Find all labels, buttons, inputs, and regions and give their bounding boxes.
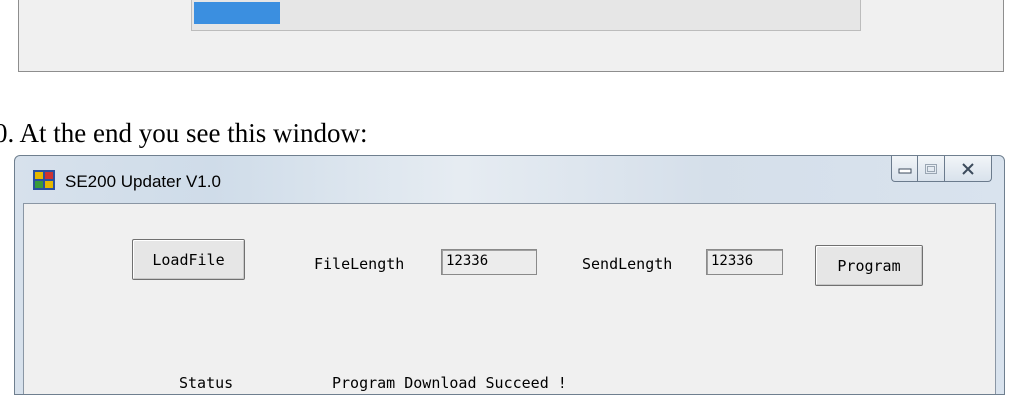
send-length-field[interactable]: 12336 [706, 249, 783, 275]
updater-window: SE200 Updater V1.0 LoadFile FileLength 1… [14, 155, 1005, 395]
maximize-icon [925, 163, 937, 174]
file-length-label: FileLength [314, 255, 405, 273]
previous-window-fragment [18, 0, 1004, 72]
send-length-label: SendLength [582, 255, 673, 273]
minimize-icon [898, 168, 911, 173]
progress-bar-fill [194, 2, 280, 24]
maximize-button[interactable] [918, 156, 945, 182]
client-area: LoadFile FileLength 12336 SendLength 123… [23, 203, 996, 394]
instruction-text: 0. At the end you see this window: [0, 118, 368, 148]
status-text: Program Download Succeed ! [332, 374, 567, 392]
minimize-button[interactable] [891, 156, 918, 182]
load-file-button[interactable]: LoadFile [132, 239, 245, 280]
title-bar[interactable]: SE200 Updater V1.0 [15, 156, 1004, 203]
app-icon [33, 170, 55, 190]
progress-bar [191, 0, 861, 31]
close-icon [962, 162, 974, 175]
status-label: Status [179, 374, 234, 392]
close-button[interactable] [945, 156, 992, 182]
program-button[interactable]: Program [815, 245, 923, 286]
window-title: SE200 Updater V1.0 [65, 172, 221, 191]
file-length-field[interactable]: 12336 [441, 249, 537, 275]
